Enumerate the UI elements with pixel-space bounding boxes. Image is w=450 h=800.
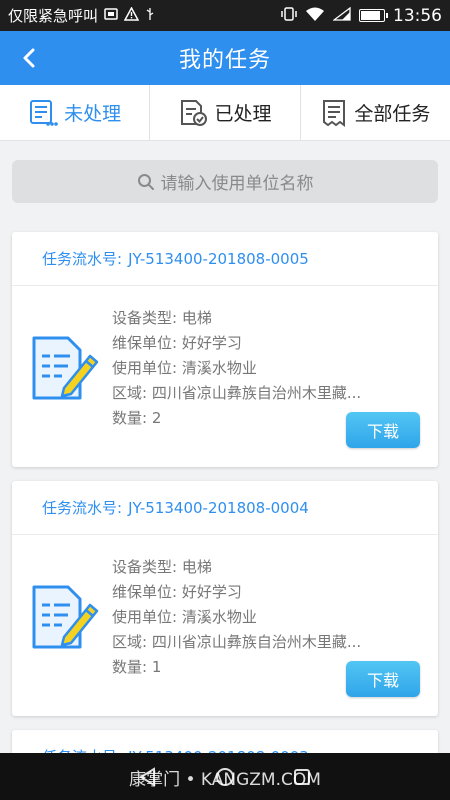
back-arrow-icon xyxy=(23,48,35,68)
page-title: 我的任务 xyxy=(178,48,271,73)
tab-all-tasks-label: 全部任务 xyxy=(354,103,431,125)
search-input[interactable]: 请输入使用单位名称 xyxy=(12,160,438,203)
task-info-row: 维保单位: 好好学习 xyxy=(112,334,242,352)
tab-pending-label: 未处理 xyxy=(64,103,122,125)
task-info-row: 区域: 四川省凉山彝族自治州木里藏... xyxy=(112,633,362,651)
warning-icon xyxy=(123,5,140,25)
signal-icon xyxy=(332,6,351,25)
task-serial-value: JY-513400-201808-0004 xyxy=(128,498,309,517)
usb-icon xyxy=(145,7,155,25)
wifi-icon xyxy=(305,6,325,26)
pending-list-icon xyxy=(30,99,58,126)
tab-pending[interactable]: 未处理 xyxy=(0,85,151,140)
vibrate-icon xyxy=(281,6,297,26)
tab-processed[interactable]: 已处理 xyxy=(150,85,301,140)
back-button[interactable] xyxy=(14,43,44,73)
clock: 13:56 xyxy=(393,5,442,26)
tab-bar: 未处理 已处理 全部任务 xyxy=(0,85,450,141)
tab-all-tasks[interactable]: 全部任务 xyxy=(301,85,450,140)
all-tasks-icon xyxy=(323,99,346,127)
task-info-row: 设备类型: 电梯 xyxy=(112,558,212,576)
task-card[interactable]: 任务流水号: JY-513400-201808-0004 设备类型: 电梯 维保… xyxy=(12,481,438,716)
task-serial-label: 任务流水号: xyxy=(42,250,123,268)
download-button[interactable]: 下载 xyxy=(346,661,420,697)
watermark: 康掌门 • KANGZM.COM xyxy=(129,770,321,790)
task-serial-label: 任务流水号: xyxy=(42,499,123,517)
task-info-row: 区域: 四川省凉山彝族自治州木里藏... xyxy=(112,384,362,402)
task-info-row: 维保单位: 好好学习 xyxy=(112,583,242,601)
task-serial: 任务流水号: JY-513400-201808-0005 xyxy=(12,232,438,286)
processed-doc-icon xyxy=(181,99,208,126)
carrier-text: 仅限紧急呼叫 xyxy=(8,7,99,25)
task-card[interactable]: 任务流水号: JY-513400-201808-0005 设备类型: 电梯 维保… xyxy=(12,232,438,467)
status-bar: 仅限紧急呼叫 13:56 xyxy=(0,0,450,31)
task-serial: 任务流水号: JY-513400-201808-0004 xyxy=(12,481,438,535)
task-serial-value: JY-513400-201808-0005 xyxy=(128,249,309,268)
task-info-row: 使用单位: 清溪水物业 xyxy=(112,359,257,377)
download-button[interactable]: 下载 xyxy=(346,412,420,448)
search-placeholder: 请输入使用单位名称 xyxy=(160,174,314,194)
document-edit-icon xyxy=(32,585,99,649)
task-info-row: 使用单位: 清溪水物业 xyxy=(112,608,257,626)
document-edit-icon xyxy=(32,336,99,400)
sim-icon xyxy=(104,7,118,25)
nav-bar: 我的任务 xyxy=(0,31,450,85)
search-icon xyxy=(137,173,154,190)
tab-processed-label: 已处理 xyxy=(214,103,272,125)
battery-icon xyxy=(359,9,388,22)
task-info-row: 设备类型: 电梯 xyxy=(112,309,212,327)
